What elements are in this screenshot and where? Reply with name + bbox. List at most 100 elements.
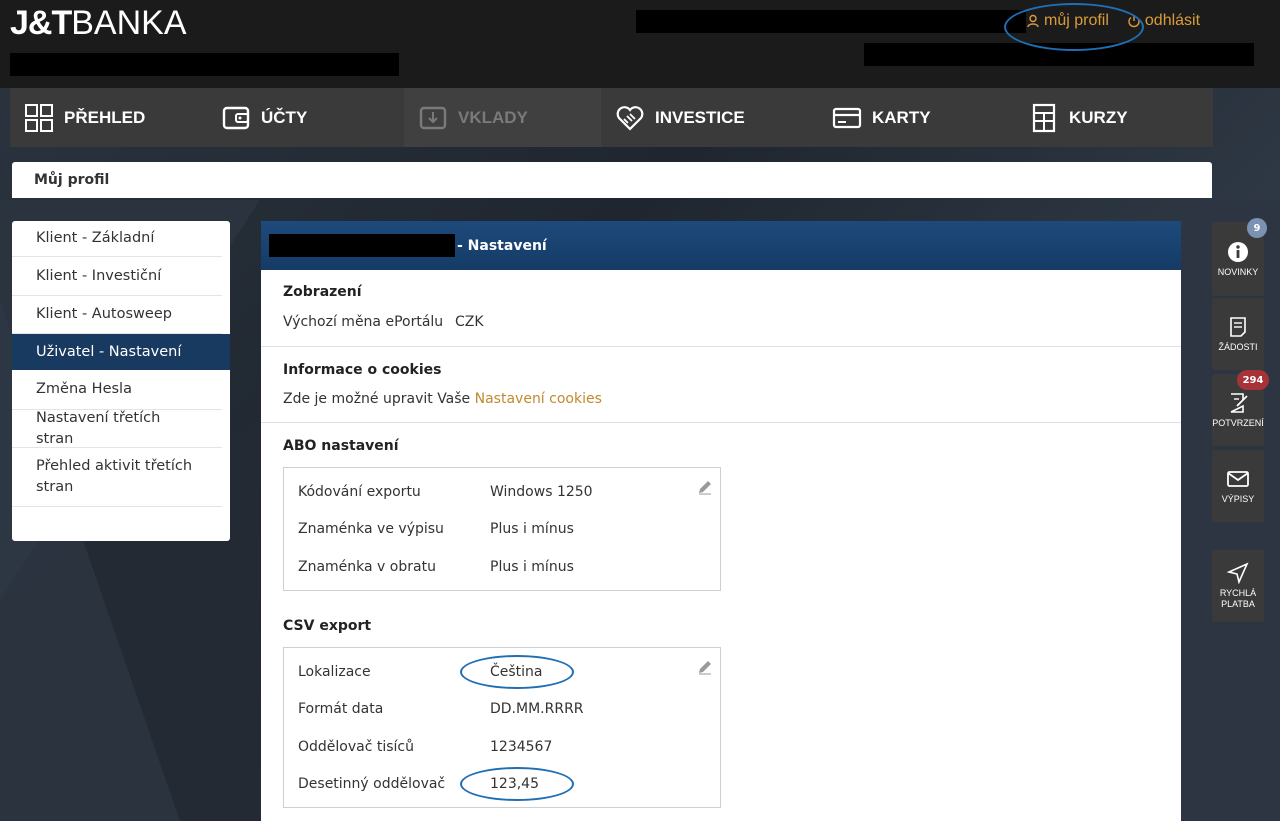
side-item-label: Uživatel - Nastavení (36, 343, 182, 360)
side-menu: Klient - Základní Klient - Investiční Kl… (12, 221, 230, 541)
tool-rychla-platba[interactable]: RYCHLÁ PLATBA (1212, 550, 1264, 622)
side-item-uzivatel-nastaveni[interactable]: Uživatel - Nastavení (12, 334, 230, 370)
card-icon (832, 107, 862, 128)
user-icon (1027, 14, 1039, 28)
redacted-top-info (636, 10, 1026, 33)
pencil-icon[interactable] (696, 658, 714, 676)
wallet-icon (222, 106, 250, 129)
handshake-icon (616, 105, 644, 131)
tool-label: ŽÁDOSTI (1218, 342, 1258, 352)
cookie-settings-link[interactable]: Nastavení cookies (475, 391, 602, 407)
abo-row-label: Kódování exportu (298, 484, 421, 500)
nav-label: KARTY (872, 107, 931, 127)
profile-link[interactable]: můj profil (1026, 12, 1109, 30)
side-item-klient-autosweep[interactable]: Klient - Autosweep (12, 296, 222, 334)
nav-label: ÚČTY (261, 107, 308, 127)
redacted-user-name (10, 53, 399, 76)
page-title: Můj profil (34, 172, 110, 188)
logout-link[interactable]: odhlásit (1127, 12, 1200, 30)
nav-label: PŘEHLED (64, 107, 146, 127)
power-icon (1128, 15, 1140, 28)
nav-item-prehled[interactable]: PŘEHLED (10, 88, 207, 147)
tool-vypisy[interactable]: VÝPISY (1212, 450, 1264, 522)
csv-row-label: Lokalizace (298, 664, 371, 680)
redacted-secondary-info (864, 43, 1254, 66)
csv-row-label: Formát data (298, 701, 384, 717)
tool-label: NOVINKY (1217, 267, 1259, 277)
abo-row-value: Plus i mínus (490, 521, 574, 537)
csv-row-label: Desetinný oddělovač (298, 776, 446, 792)
display-currency-value: CZK (455, 314, 484, 330)
deposit-icon (419, 106, 447, 129)
abo-row-value: Plus i mínus (490, 559, 574, 575)
side-item-klient-investicni[interactable]: Klient - Investiční (12, 257, 222, 296)
side-item-klient-zakladni[interactable]: Klient - Základní (12, 221, 222, 257)
document-icon (1230, 317, 1246, 337)
mail-icon (1227, 471, 1249, 487)
section-title-csv: CSV export (283, 618, 372, 634)
section-title-abo: ABO nastavení (283, 438, 399, 454)
side-item-label: Nastavení třetích stran (36, 409, 161, 447)
abo-row-label: Znaménka v obratu (298, 559, 436, 575)
cookies-text: Zde je možné upravit Vaše Nastavení cook… (283, 391, 602, 407)
nav-item-ucty[interactable]: ÚČTY (207, 88, 404, 147)
csv-row-value: 1234567 (490, 739, 553, 755)
side-item-label: Klient - Autosweep (36, 306, 172, 322)
redacted-user-name (269, 234, 455, 257)
profile-link-label: můj profil (1044, 12, 1109, 29)
nav-item-karty[interactable]: KARTY (818, 88, 1015, 147)
tool-zadosti[interactable]: ŽÁDOSTI (1212, 298, 1264, 370)
nav-item-vklady[interactable]: VKLADY (404, 88, 601, 147)
table-icon (1032, 103, 1056, 132)
section-display: Zobrazení (261, 284, 384, 300)
confirmations-count-badge: 294 (1237, 370, 1269, 390)
side-item-label: Klient - Investiční (36, 267, 162, 284)
header: J&TBANKA můj profil odhlásit (0, 0, 1280, 88)
panel-header-title: - Nastavení (457, 237, 547, 254)
send-arrow-icon (1227, 562, 1249, 584)
section-title: Zobrazení (283, 284, 362, 300)
panel-header: - Nastavení (261, 221, 1181, 270)
cookies-text-label: Zde je možné upravit Vaše (283, 391, 471, 407)
confirm-document-icon (1230, 393, 1248, 413)
csv-settings-box: Lokalizace Čeština Formát data DD.MM.RRR… (283, 647, 721, 808)
side-item-prehled-aktivit[interactable]: Přehled aktivit třetích stran (12, 448, 222, 507)
csv-row-value: DD.MM.RRRR (490, 701, 584, 717)
divider (261, 422, 1181, 423)
top-links: můj profil odhlásit (1026, 8, 1200, 34)
badge-count: 9 (1253, 222, 1261, 234)
side-item-label: Změna Hesla (36, 381, 132, 397)
side-item-nastaveni-tretich-stran[interactable]: Nastavení třetích stran (12, 410, 222, 448)
abo-row-value: Windows 1250 (490, 484, 593, 500)
abo-row-label: Znaménka ve výpisu (298, 521, 444, 537)
abo-settings-box: Kódování exportu Windows 1250 Znaménka v… (283, 467, 721, 591)
csv-row-value: Čeština (490, 664, 543, 680)
nav-label: VKLADY (458, 107, 528, 127)
csv-row-label: Oddělovač tisíců (298, 739, 415, 755)
main-nav: PŘEHLED ÚČTY VKLADY INVESTICE KARTY KURZ… (10, 88, 1213, 147)
csv-row-value: 123,45 (490, 776, 539, 792)
grid-icon (25, 103, 53, 132)
breadcrumb: Můj profil (12, 162, 1212, 198)
side-item-zmena-hesla[interactable]: Změna Hesla (12, 370, 222, 410)
brand-logo[interactable]: J&TBANKA (10, 4, 187, 43)
pencil-icon[interactable] (696, 478, 714, 496)
nav-item-kurzy[interactable]: KURZY (1015, 88, 1213, 147)
nav-label: INVESTICE (655, 107, 745, 127)
divider (261, 346, 1181, 347)
tool-label: POTVRZENÍ (1212, 418, 1264, 428)
tool-label: RYCHLÁ PLATBA (1219, 588, 1257, 609)
logo-bold: J&T (10, 4, 72, 42)
tool-label: VÝPISY (1221, 494, 1255, 504)
nav-item-investice[interactable]: INVESTICE (601, 88, 818, 147)
side-item-label: Klient - Základní (36, 230, 155, 246)
display-currency-label: Výchozí měna ePortálu (283, 314, 444, 330)
info-icon (1228, 242, 1248, 262)
nav-label: KURZY (1069, 107, 1128, 127)
logout-link-label: odhlásit (1144, 12, 1201, 29)
news-count-badge: 9 (1247, 218, 1267, 238)
side-item-label: Přehled aktivit třetích stran (36, 458, 193, 495)
settings-panel: - Nastavení Zobrazení Výchozí měna ePort… (261, 221, 1181, 821)
badge-count: 294 (1242, 374, 1264, 386)
logo-light: BANKA (71, 4, 187, 42)
